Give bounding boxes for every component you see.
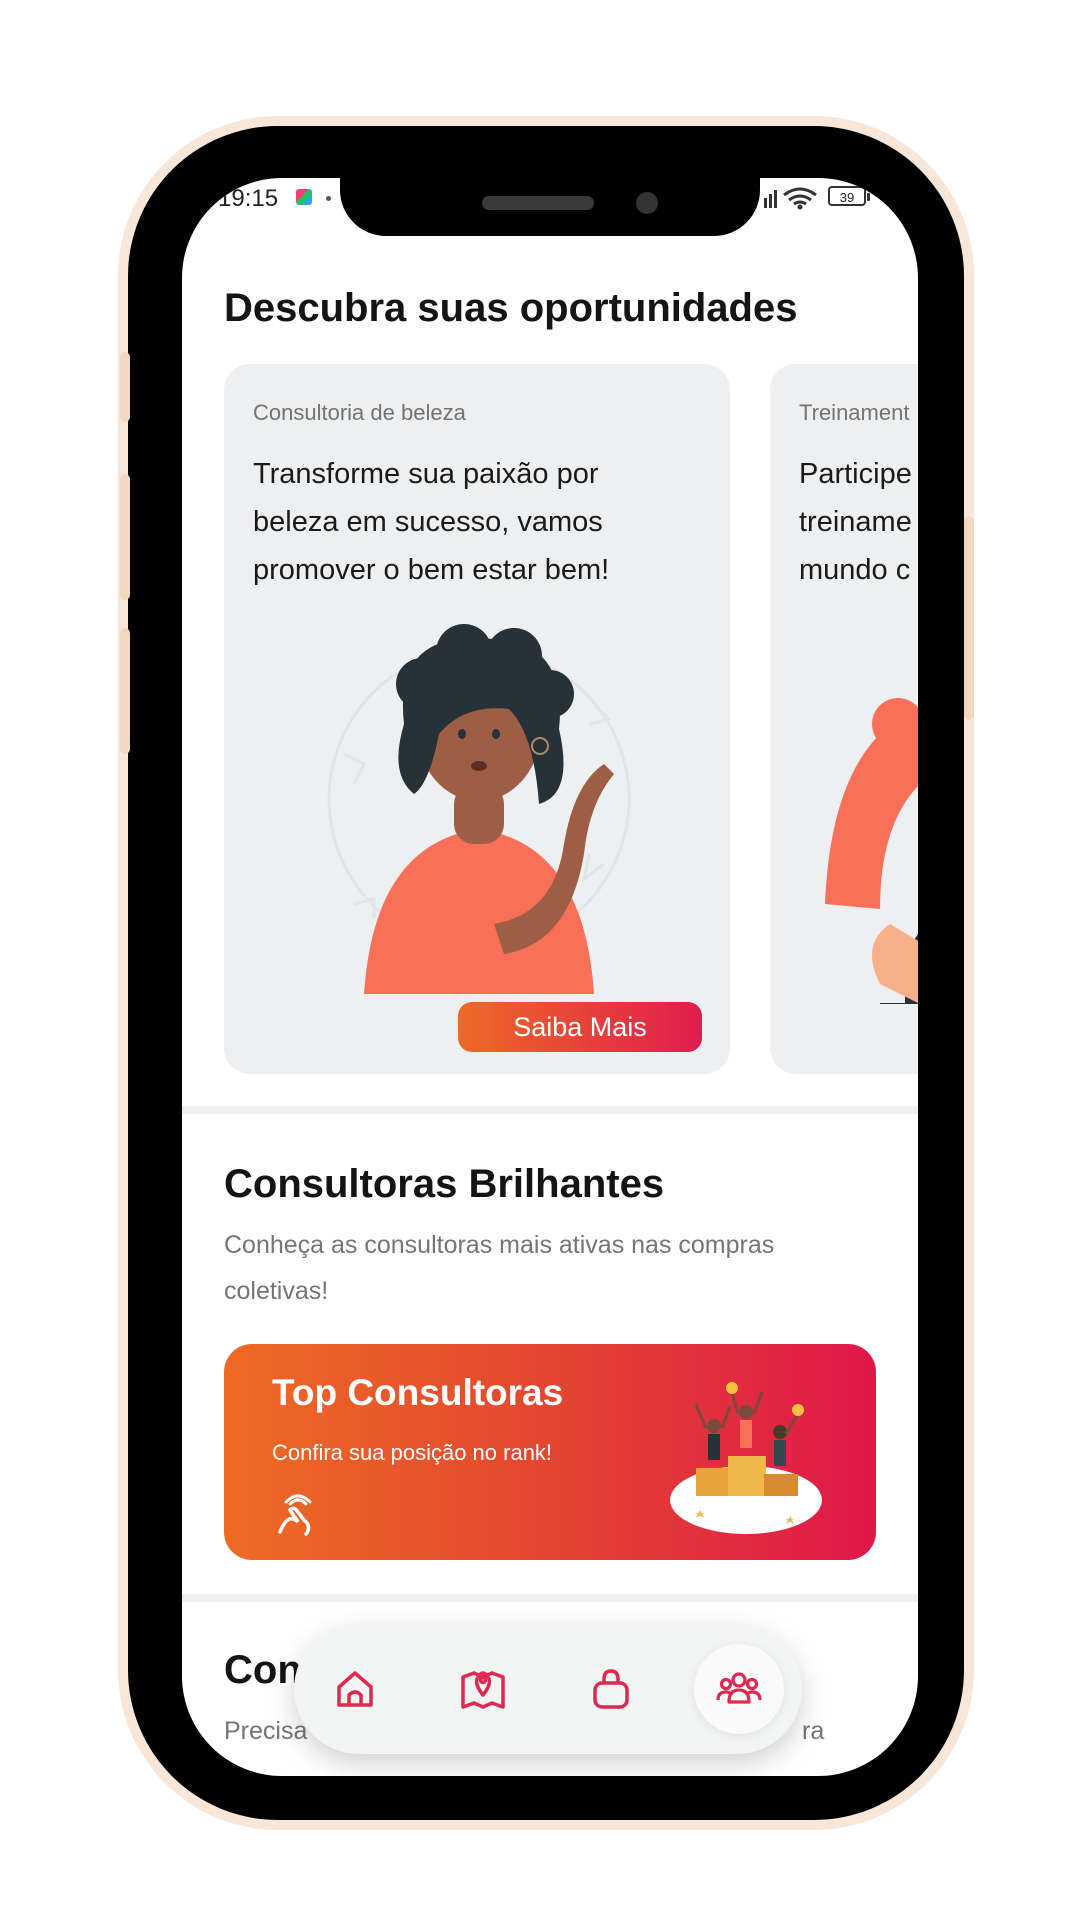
brilliant-title: Consultoras Brilhantes [224, 1162, 665, 1206]
podium-winners-illustration [670, 1382, 822, 1534]
volume-down-button [120, 628, 130, 754]
power-button [964, 516, 974, 720]
contact-title: Con [224, 1648, 302, 1692]
card-category: Treinament [799, 400, 910, 425]
learn-more-button[interactable]: Saiba Mais [458, 1002, 702, 1052]
opportunities-carousel[interactable]: Consultoria de beleza Transforme sua pai… [224, 364, 918, 1074]
battery-indicator: 39 [828, 186, 870, 206]
top-consultants-banner[interactable]: Top Consultoras Confira sua posição no r… [224, 1344, 876, 1560]
strong-arm-illustration [825, 698, 918, 1004]
phone-screen: 19:15 39 Descubra suas oportunidades Con… [182, 178, 918, 1776]
bottom-navigation [294, 1624, 802, 1754]
nav-community[interactable] [694, 1644, 784, 1734]
notification-dot-icon [326, 196, 331, 201]
card-category: Consultoria de beleza [253, 400, 466, 425]
volume-up-button [120, 474, 130, 600]
banner-title: Top Consultoras [272, 1372, 564, 1413]
app-notification-icon [296, 189, 312, 205]
notch [340, 178, 760, 236]
section-divider [182, 1594, 918, 1602]
section-divider [182, 1106, 918, 1114]
front-camera [636, 192, 658, 214]
nav-shop[interactable] [566, 1644, 656, 1734]
nav-map[interactable] [438, 1644, 528, 1734]
card-description: Participe treiname mundo c [799, 458, 912, 586]
banner-subtitle: Confira sua posição no rank! [272, 1440, 553, 1465]
brilliant-subtitle: Conheça as consultoras mais ativas nas c… [224, 1231, 775, 1305]
mute-switch [120, 352, 130, 422]
users-icon [716, 1672, 762, 1704]
shopping-bag-icon [593, 1669, 629, 1709]
card-description: Transforme sua paixão por beleza em suce… [253, 458, 610, 586]
contact-subtitle-tail: ra [802, 1717, 825, 1745]
speaker [482, 196, 594, 210]
status-time: 19:15 [218, 185, 279, 212]
nav-home[interactable] [310, 1644, 400, 1734]
signal-wifi-icon [764, 187, 817, 210]
tap-hand-icon [278, 1494, 312, 1536]
map-pin-icon [461, 1671, 505, 1709]
home-icon [337, 1671, 373, 1707]
opportunities-title: Descubra suas oportunidades [224, 286, 798, 330]
opportunity-card-training[interactable]: Treinament Participe treiname mundo c [770, 364, 918, 1074]
opportunity-card-beauty[interactable]: Consultoria de beleza Transforme sua pai… [224, 364, 730, 1074]
woman-curly-hair-illustration [327, 624, 631, 994]
